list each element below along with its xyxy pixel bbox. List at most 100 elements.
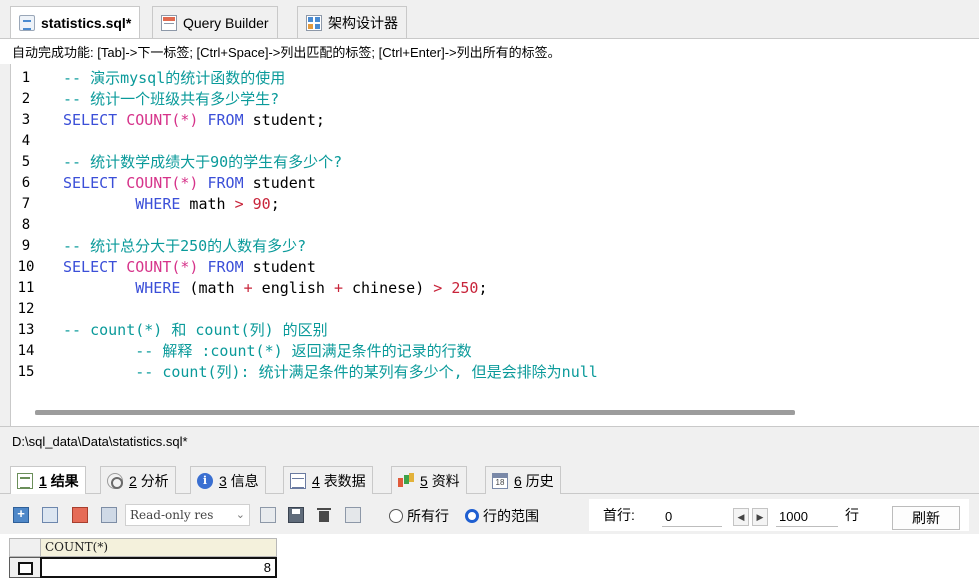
export-icon[interactable] — [260, 507, 276, 523]
next-page-button[interactable]: ▶ — [752, 508, 768, 526]
hint-text: 自动完成功能: [Tab]->下一标签; [Ctrl+Space]->列出匹配的… — [12, 45, 561, 60]
tab-analyze[interactable]: 2 分析 — [100, 466, 176, 494]
result-cell[interactable]: 8 — [40, 557, 277, 578]
code-line[interactable]: SELECT COUNT(*) FROM student; — [63, 110, 325, 131]
row-selector-checkbox[interactable] — [9, 557, 41, 578]
tab-number: 2 — [129, 472, 137, 489]
delete-row-icon[interactable] — [72, 507, 88, 523]
code-line[interactable]: -- 解释 :count(*) 返回满足条件的记录的行数 — [63, 341, 472, 362]
chevron-down-icon: ⌄ — [235, 508, 245, 521]
tab-info[interactable]: 3 信息 — [190, 466, 266, 494]
code-line[interactable]: WHERE math > 90; — [63, 194, 280, 215]
tab-number: 5 — [420, 472, 428, 489]
result-mode-select[interactable]: Read-only res ⌄ — [125, 504, 250, 526]
code-line[interactable]: SELECT COUNT(*) FROM student — [63, 257, 316, 278]
form-view-icon[interactable] — [345, 507, 361, 523]
info-icon — [197, 472, 213, 489]
result-toolbar: Read-only res ⌄ 所有行 行的范围 首行: 0 ◀ ▶ 1000 … — [0, 494, 979, 534]
line-number: 15 — [17, 364, 35, 380]
prev-page-button[interactable]: ◀ — [733, 508, 749, 526]
line-number: 7 — [21, 196, 31, 212]
tab-results[interactable]: 1 结果 — [10, 466, 86, 495]
first-row-input[interactable]: 0 — [662, 507, 722, 527]
code-token: student — [243, 258, 316, 276]
code-token: -- 解释 :count(*) 返回满足条件的记录的行数 — [63, 342, 472, 360]
code-token: -- count(列): 统计满足条件的某列有多少个, 但是会排除为null — [63, 363, 598, 381]
grid-corner — [9, 538, 41, 557]
result-mode-value: Read-only res — [130, 508, 214, 522]
edit-row-icon[interactable] — [101, 507, 117, 523]
duplicate-row-icon[interactable] — [42, 507, 58, 523]
add-row-icon[interactable] — [13, 506, 29, 523]
row-count-input[interactable]: 1000 — [776, 507, 838, 527]
schema-designer-icon — [306, 14, 322, 31]
tab-query-builder[interactable]: Query Builder — [152, 6, 278, 38]
code-token: -- 统计数学成绩大于90的学生有多少个? — [63, 153, 343, 171]
code-line[interactable]: -- 演示mysql的统计函数的使用 — [63, 68, 285, 89]
line-number: 6 — [21, 175, 31, 191]
profile-icon — [398, 473, 414, 489]
code-token: > — [234, 195, 244, 213]
calendar-icon — [492, 472, 508, 489]
result-grid: COUNT(*) 8 — [0, 534, 979, 587]
sql-editor[interactable]: 1 2 3 4 5 6 7 8 9 10 11 12 13 14 15 -- 演示mysql的统计函数的使用… — [10, 64, 979, 426]
code-area[interactable]: -- 演示mysql的统计函数的使用 -- 统计一个班级共有多少学生? SELECT… — [63, 64, 979, 404]
code-token: FROM — [207, 258, 244, 276]
line-number: 13 — [17, 322, 35, 338]
code-token: (math — [180, 279, 244, 297]
code-line[interactable]: WHERE (math + english + chinese) > 250; — [63, 278, 487, 299]
line-number: 10 — [17, 259, 35, 275]
tab-label: 架构设计器 — [328, 14, 398, 31]
code-token: student; — [243, 111, 325, 129]
tab-label: statistics.sql* — [41, 15, 132, 31]
code-line[interactable]: -- 统计一个班级共有多少学生? — [63, 89, 279, 110]
code-token: > — [433, 279, 443, 297]
tab-table-data[interactable]: 4 表数据 — [283, 466, 373, 494]
tab-label: 历史 — [525, 472, 554, 489]
code-token: -- 统计总分大于250的人数有多少? — [63, 237, 307, 255]
code-line[interactable]: -- count(列): 统计满足条件的某列有多少个, 但是会排除为null — [63, 362, 598, 383]
line-number: 8 — [21, 217, 31, 233]
line-number: 4 — [21, 133, 31, 149]
code-token: COUNT(*) — [126, 258, 199, 276]
code-token: ; — [478, 279, 488, 297]
line-number: 12 — [17, 301, 35, 317]
save-icon[interactable] — [288, 507, 304, 523]
all-rows-label: 所有行 — [407, 508, 449, 524]
code-line[interactable]: SELECT COUNT(*) FROM student — [63, 173, 316, 194]
line-number-gutter: 1 2 3 4 5 6 7 8 9 10 11 12 13 14 15 — [11, 64, 61, 404]
tab-statistics-sql[interactable]: statistics.sql* — [10, 6, 141, 39]
code-token: english — [252, 279, 334, 297]
code-token: COUNT(*) — [126, 174, 199, 192]
code-line[interactable]: -- 统计总分大于250的人数有多少? — [63, 236, 306, 257]
code-token: + — [333, 279, 343, 297]
tab-history[interactable]: 6 历史 — [485, 466, 561, 494]
first-row-label: 首行: — [603, 507, 635, 523]
rows-unit-label: 行 — [845, 507, 859, 523]
refresh-button[interactable]: 刷新 — [892, 506, 960, 530]
tab-label: Query Builder — [183, 14, 269, 31]
code-token: ; — [270, 195, 280, 213]
row-range-radio[interactable] — [465, 509, 479, 523]
code-token: -- count(*) 和 count(列) 的区别 — [63, 321, 328, 339]
tab-label: 表数据 — [323, 472, 366, 489]
code-line[interactable]: -- count(*) 和 count(列) 的区别 — [63, 320, 328, 341]
all-rows-radio[interactable] — [389, 509, 403, 523]
line-number: 1 — [21, 70, 31, 86]
code-line[interactable]: -- 统计数学成绩大于90的学生有多少个? — [63, 152, 342, 173]
horizontal-scrollbar-thumb[interactable] — [35, 410, 795, 415]
line-number: 14 — [17, 343, 35, 359]
column-header[interactable]: COUNT(*) — [40, 538, 277, 557]
code-token: -- 统计一个班级共有多少学生? — [63, 90, 280, 108]
code-token: SELECT — [63, 174, 118, 192]
tab-schema-designer[interactable]: 架构设计器 — [297, 6, 407, 38]
trash-icon[interactable] — [316, 507, 332, 523]
grid-icon — [17, 473, 33, 489]
tab-profile[interactable]: 5 资料 — [391, 466, 467, 494]
code-token: math — [180, 195, 235, 213]
